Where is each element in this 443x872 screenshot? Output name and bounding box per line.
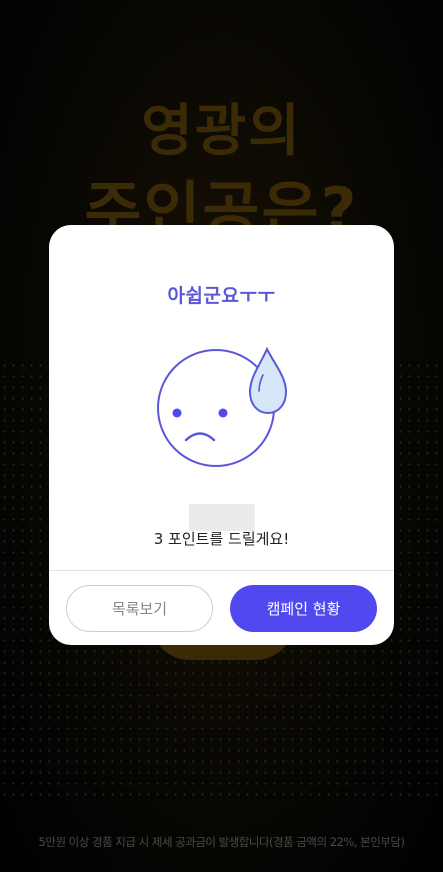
result-dialog: 아쉽군요ㅜㅜ 3 포인트를 드릴게요! 목록보기 캠페인 현황 (49, 225, 394, 645)
sad-face-with-sweat-drop-icon (157, 346, 288, 467)
dialog-title: 아쉽군요ㅜㅜ (167, 285, 276, 307)
points-message: 3 포인트를 드릴게요! (153, 530, 290, 548)
divider (49, 570, 394, 571)
background-headline-line1: 영광의 (141, 99, 302, 164)
list-button[interactable]: 목록보기 (66, 585, 213, 632)
background-footer-notice: 5만원 이상 경품 지급 시 제세 공과금이 발생합니다(경품 금액의 22%,… (38, 835, 405, 849)
campaign-status-button[interactable]: 캠페인 현황 (230, 585, 377, 632)
image-placeholder (189, 504, 255, 531)
